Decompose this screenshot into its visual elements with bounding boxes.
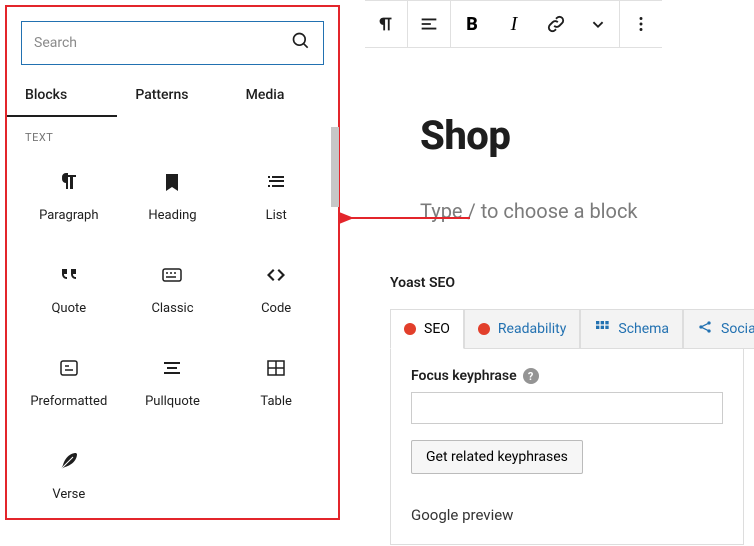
category-label: TEXT [7,117,338,152]
table-icon [264,356,288,380]
block-inserter-panel: Blocks Patterns Media TEXT Paragraph Hea… [5,5,340,520]
block-paragraph[interactable]: Paragraph [17,152,121,229]
yoast-tabs: SEO Readability Schema Social [390,309,744,349]
block-classic[interactable]: Classic [121,245,225,322]
block-preformatted[interactable]: Preformatted [17,338,121,415]
quote-icon [57,263,81,287]
link-tool[interactable] [535,1,577,47]
block-grid: Paragraph Heading List Quote Classic Cod… [7,152,338,508]
block-code[interactable]: Code [224,245,328,322]
paragraph-tool[interactable] [365,1,407,47]
block-label: Paragraph [39,208,98,223]
editor-canvas: Shop Type / to choose a block [365,48,754,223]
keyboard-icon [160,263,184,287]
feather-icon [57,449,81,473]
tab-media[interactable]: Media [228,75,338,117]
block-quote[interactable]: Quote [17,245,121,322]
yoast-tab-social[interactable]: Social [683,309,754,349]
google-preview-label: Google preview [411,506,723,524]
block-label: Preformatted [30,394,107,409]
block-pullquote[interactable]: Pullquote [121,338,225,415]
yoast-title: Yoast SEO [390,275,744,291]
block-toolbar: B I [365,0,662,48]
block-label: Classic [151,301,193,316]
search-icon [291,31,311,55]
get-related-keyphrases-button[interactable]: Get related keyphrases [411,440,583,474]
block-label: Verse [52,487,85,502]
bookmark-icon [160,170,184,194]
yoast-metabox: Yoast SEO SEO Readability Schema Social … [390,275,744,545]
block-label: Table [260,394,291,409]
block-placeholder[interactable]: Type / to choose a block [420,199,754,223]
block-label: List [266,208,287,223]
block-label: Code [261,301,291,316]
share-icon [697,319,713,339]
yoast-tab-schema[interactable]: Schema [580,309,683,349]
tab-label: Social [721,321,754,337]
status-dot [478,323,490,335]
block-label: Quote [51,301,86,316]
yoast-body: Focus keyphrase? Get related keyphrases … [390,348,744,545]
align-tool[interactable] [408,1,450,47]
pullquote-icon [160,356,184,380]
preformatted-icon [57,356,81,380]
help-icon[interactable]: ? [523,368,539,384]
status-dot [404,323,416,335]
focus-keyphrase-input[interactable] [411,392,723,424]
block-label: Pullquote [145,394,200,409]
tab-label: Schema [618,321,669,337]
grid-icon [594,319,610,339]
tab-patterns[interactable]: Patterns [117,75,227,117]
block-table[interactable]: Table [224,338,328,415]
yoast-tab-readability[interactable]: Readability [464,309,580,349]
list-icon [264,170,288,194]
tab-blocks[interactable]: Blocks [7,75,117,117]
tab-label: Readability [498,321,566,337]
italic-tool[interactable]: I [493,1,535,47]
page-title[interactable]: Shop [420,112,754,159]
bold-tool[interactable]: B [451,1,493,47]
scrollbar[interactable] [331,127,339,207]
block-label: Heading [148,208,196,223]
code-icon [264,263,288,287]
tab-label: SEO [424,321,450,337]
inserter-tabs: Blocks Patterns Media [7,75,338,117]
block-list[interactable]: List [224,152,328,229]
search-box[interactable] [21,21,324,65]
more-tool[interactable] [620,1,662,47]
yoast-tab-seo[interactable]: SEO [390,309,464,349]
paragraph-icon [57,170,81,194]
focus-keyphrase-label: Focus keyphrase [411,368,517,384]
chevron-down-icon[interactable] [577,1,619,47]
block-heading[interactable]: Heading [121,152,225,229]
block-verse[interactable]: Verse [17,431,121,508]
search-input[interactable] [34,35,291,51]
